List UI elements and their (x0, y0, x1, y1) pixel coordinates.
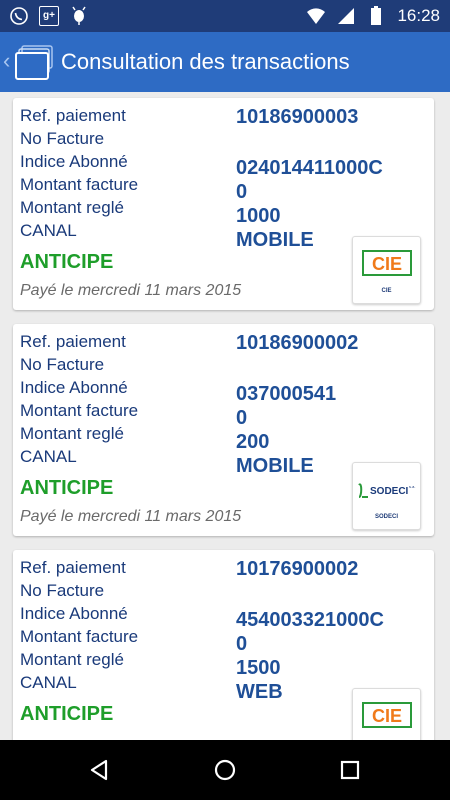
field-labels: Ref. paiement No Facture Indice Abonné M… (20, 104, 138, 242)
provider-caption: SODECI (374, 514, 398, 520)
back-nav-icon[interactable] (84, 755, 114, 785)
label-montant-regle: Montant reglé (20, 198, 124, 217)
field-labels: Ref. paiement No Facture Indice Abonné M… (20, 330, 138, 468)
label-ref-paiement: Ref. paiement (20, 106, 126, 125)
google-plus-icon: g+ (38, 5, 60, 27)
field-labels: Ref. paiement No Facture Indice Abonné M… (20, 556, 138, 694)
home-nav-icon[interactable] (210, 755, 240, 785)
status-badge: ANTICIPE (20, 477, 114, 499)
value-montant-regle: 1000 (236, 205, 281, 227)
label-indice-abonne: Indice Abonné (20, 152, 128, 171)
provider-logo-sodeci: SODECI s.a. SODECI (352, 462, 421, 530)
svg-text:s.a.: s.a. (409, 484, 415, 489)
value-montant-facture: 0 (236, 181, 248, 203)
android-debug-icon (68, 5, 90, 27)
transaction-list[interactable]: Ref. paiement No Facture Indice Abonné M… (0, 92, 450, 740)
up-navigation-icon[interactable]: ‹ (3, 48, 10, 74)
provider-logo-cie: CIE (352, 688, 421, 740)
transaction-card[interactable]: Ref. paiement No Facture Indice Abonné M… (13, 98, 434, 310)
label-no-facture: No Facture (20, 581, 105, 600)
payment-date: Payé le mercredi 11 mars 2015 (20, 282, 242, 299)
status-badge: ANTICIPE (20, 251, 114, 273)
wifi-icon (305, 5, 327, 27)
label-montant-facture: Montant facture (20, 175, 139, 194)
recents-nav-icon[interactable] (335, 755, 365, 785)
label-ref-paiement: Ref. paiement (20, 332, 126, 351)
action-bar: ‹ Consultation des transactions (0, 32, 450, 92)
value-montant-regle: 1500 (236, 657, 281, 679)
label-montant-facture: Montant facture (20, 401, 139, 420)
value-montant-regle: 200 (236, 431, 270, 453)
system-nav-bar (0, 740, 450, 800)
value-indice-abonne: 037000541 (236, 383, 337, 405)
status-bar: g+ 16:28 (0, 0, 450, 32)
label-canal: CANAL (20, 673, 77, 692)
value-indice-abonne: 454003321000C (236, 609, 384, 631)
label-canal: CANAL (20, 221, 77, 240)
whatsapp-icon (8, 5, 30, 27)
svg-text:SODECI: SODECI (370, 486, 409, 497)
value-montant-facture: 0 (236, 407, 248, 429)
status-time: 16:28 (397, 6, 440, 25)
label-montant-regle: Montant reglé (20, 650, 124, 669)
field-values: 10176900002 454003321000C 0 1500 WEB (236, 558, 384, 705)
svg-text:CIE: CIE (372, 254, 402, 274)
cellular-signal-icon (335, 5, 357, 27)
label-montant-regle: Montant reglé (20, 424, 124, 443)
label-canal: CANAL (20, 447, 77, 466)
label-montant-facture: Montant facture (20, 627, 139, 646)
value-no-facture (236, 356, 358, 383)
value-ref-paiement: 10176900002 (236, 558, 359, 580)
field-values: 10186900003 024014411000C 0 1000 MOBILE (236, 106, 383, 253)
value-indice-abonne: 024014411000C (236, 157, 383, 179)
value-canal: MOBILE (236, 455, 314, 477)
label-indice-abonne: Indice Abonné (20, 604, 128, 623)
cie-logo-icon: CIE (362, 250, 412, 276)
svg-text:CIE: CIE (372, 706, 402, 726)
value-montant-facture: 0 (236, 633, 248, 655)
value-ref-paiement: 10186900002 (236, 332, 359, 354)
value-ref-paiement: 10186900003 (236, 106, 359, 128)
status-badge: ANTICIPE (20, 703, 114, 725)
transaction-card[interactable]: Ref. paiement No Facture Indice Abonné M… (13, 324, 434, 536)
label-no-facture: No Facture (20, 129, 105, 148)
field-values: 10186900002 037000541 0 200 MOBILE (236, 332, 358, 479)
label-no-facture: No Facture (20, 355, 105, 374)
app-logo-icon[interactable] (14, 44, 56, 82)
sodeci-logo-icon: SODECI s.a. (358, 483, 415, 498)
page-title: Consultation des transactions (61, 49, 350, 74)
provider-logo-cie: CIE CIE (352, 236, 421, 304)
value-no-facture (236, 130, 383, 157)
value-no-facture (236, 582, 384, 609)
label-indice-abonne: Indice Abonné (20, 378, 128, 397)
label-ref-paiement: Ref. paiement (20, 558, 126, 577)
provider-caption: CIE (381, 288, 392, 294)
transaction-card[interactable]: Ref. paiement No Facture Indice Abonné M… (13, 550, 434, 740)
payment-date: Payé le mercredi 11 mars 2015 (20, 508, 242, 525)
cie-logo-icon: CIE (362, 702, 412, 728)
battery-icon (365, 5, 387, 27)
